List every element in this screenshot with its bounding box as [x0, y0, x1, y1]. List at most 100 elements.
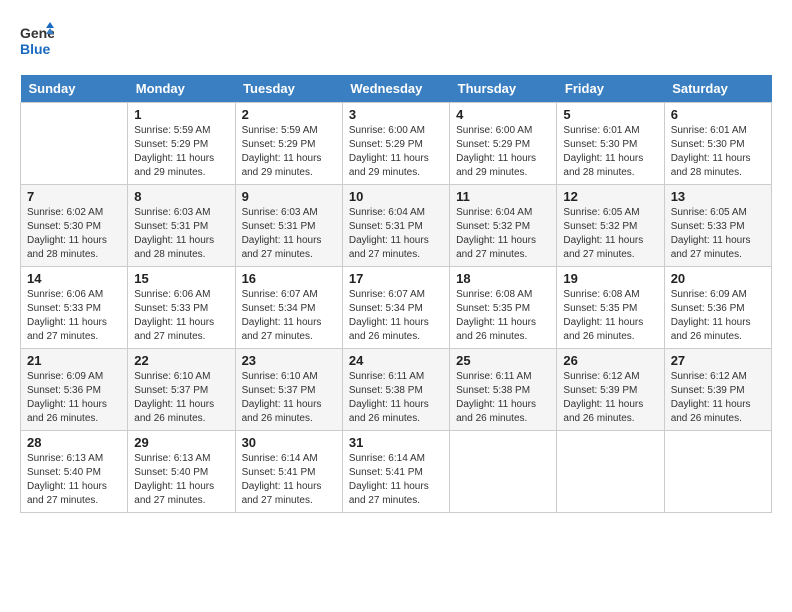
- day-info: Sunrise: 6:05 AMSunset: 5:33 PMDaylight:…: [671, 206, 765, 262]
- calendar-cell: 18 Sunrise: 6:08 AMSunset: 5:35 PMDayligh…: [450, 267, 557, 349]
- day-number: 16: [242, 271, 336, 286]
- day-info: Sunrise: 6:02 AMSunset: 5:30 PMDaylight:…: [27, 206, 121, 262]
- day-number: 23: [242, 353, 336, 368]
- calendar-cell: 20Sunrise: 6:09 AMSunset: 5:36 PMDayligh…: [664, 267, 771, 349]
- calendar-cell: 24Sunrise: 6:11 AMSunset: 5:38 PMDayligh…: [342, 349, 449, 431]
- day-info: Sunrise: 6:14 AMSunset: 5:41 PMDaylight:…: [242, 452, 336, 508]
- day-number: 2: [242, 107, 336, 122]
- day-info: Sunrise: 6:04 AMSunset: 5:32 PMDaylight:…: [456, 206, 550, 262]
- day-header-sunday: Sunday: [21, 75, 128, 103]
- day-number: 3: [349, 107, 443, 122]
- day-header-thursday: Thursday: [450, 75, 557, 103]
- day-header-saturday: Saturday: [664, 75, 771, 103]
- day-number: 21: [27, 353, 121, 368]
- day-number: 28: [27, 435, 121, 450]
- calendar-cell: 15 Sunrise: 6:06 AMSunset: 5:33 PMDayligh…: [128, 267, 235, 349]
- day-info: Sunrise: 5:59 AMSunset: 5:29 PMDaylight:…: [242, 124, 336, 180]
- calendar-cell: 14 Sunrise: 6:06 AMSunset: 5:33 PMDayligh…: [21, 267, 128, 349]
- day-info: Sunrise: 6:08 AMSunset: 5:35 PMDaylight:…: [456, 288, 550, 344]
- day-info: Sunrise: 6:04 AMSunset: 5:31 PMDaylight:…: [349, 206, 443, 262]
- calendar-cell: 4Sunrise: 6:00 AMSunset: 5:29 PMDaylight…: [450, 103, 557, 185]
- calendar-cell: 8 Sunrise: 6:03 AMSunset: 5:31 PMDaylight…: [128, 185, 235, 267]
- svg-text:Blue: Blue: [20, 41, 51, 57]
- day-number: 17: [349, 271, 443, 286]
- day-info: Sunrise: 6:10 AMSunset: 5:37 PMDaylight:…: [134, 370, 228, 426]
- day-number: 11: [456, 189, 550, 204]
- day-info: Sunrise: 6:06 AMSunset: 5:33 PMDaylight:…: [134, 288, 228, 344]
- day-info: Sunrise: 6:07 AMSunset: 5:34 PMDaylight:…: [349, 288, 443, 344]
- day-number: 10: [349, 189, 443, 204]
- day-number: 20: [671, 271, 765, 286]
- calendar-week-1: 1 Sunrise: 5:59 AMSunset: 5:29 PMDaylight…: [21, 103, 772, 185]
- day-info: Sunrise: 6:05 AMSunset: 5:32 PMDaylight:…: [563, 206, 657, 262]
- day-number: 15: [134, 271, 228, 286]
- day-number: 22: [134, 353, 228, 368]
- calendar-cell: 17 Sunrise: 6:07 AMSunset: 5:34 PMDayligh…: [342, 267, 449, 349]
- calendar-cell: 13 Sunrise: 6:05 AMSunset: 5:33 PMDayligh…: [664, 185, 771, 267]
- calendar-cell: 7Sunrise: 6:02 AMSunset: 5:30 PMDaylight…: [21, 185, 128, 267]
- day-info: Sunrise: 6:03 AMSunset: 5:31 PMDaylight:…: [134, 206, 228, 262]
- day-header-wednesday: Wednesday: [342, 75, 449, 103]
- day-info: Sunrise: 6:13 AMSunset: 5:40 PMDaylight:…: [134, 452, 228, 508]
- day-number: 18: [456, 271, 550, 286]
- calendar-cell: 29 Sunrise: 6:13 AMSunset: 5:40 PMDayligh…: [128, 431, 235, 513]
- calendar-week-2: 7Sunrise: 6:02 AMSunset: 5:30 PMDaylight…: [21, 185, 772, 267]
- calendar-cell: [450, 431, 557, 513]
- calendar-cell: 6Sunrise: 6:01 AMSunset: 5:30 PMDaylight…: [664, 103, 771, 185]
- day-number: 13: [671, 189, 765, 204]
- day-header-friday: Friday: [557, 75, 664, 103]
- day-info: Sunrise: 6:06 AMSunset: 5:33 PMDaylight:…: [27, 288, 121, 344]
- calendar-cell: 30 Sunrise: 6:14 AMSunset: 5:41 PMDayligh…: [235, 431, 342, 513]
- calendar-cell: 22 Sunrise: 6:10 AMSunset: 5:37 PMDayligh…: [128, 349, 235, 431]
- page-header: General Blue: [20, 20, 772, 65]
- calendar-cell: [664, 431, 771, 513]
- day-number: 1: [134, 107, 228, 122]
- day-number: 29: [134, 435, 228, 450]
- day-number: 8: [134, 189, 228, 204]
- calendar-cell: 31 Sunrise: 6:14 AMSunset: 5:41 PMDayligh…: [342, 431, 449, 513]
- logo: General Blue: [20, 20, 54, 65]
- calendar-cell: 9 Sunrise: 6:03 AMSunset: 5:31 PMDaylight…: [235, 185, 342, 267]
- calendar-cell: 26 Sunrise: 6:12 AMSunset: 5:39 PMDayligh…: [557, 349, 664, 431]
- day-header-monday: Monday: [128, 75, 235, 103]
- day-number: 12: [563, 189, 657, 204]
- calendar-cell: 28 Sunrise: 6:13 AMSunset: 5:40 PMDayligh…: [21, 431, 128, 513]
- calendar-header-row: SundayMondayTuesdayWednesdayThursdayFrid…: [21, 75, 772, 103]
- day-number: 26: [563, 353, 657, 368]
- calendar-cell: 5 Sunrise: 6:01 AMSunset: 5:30 PMDaylight…: [557, 103, 664, 185]
- day-info: Sunrise: 6:07 AMSunset: 5:34 PMDaylight:…: [242, 288, 336, 344]
- day-info: Sunrise: 6:13 AMSunset: 5:40 PMDaylight:…: [27, 452, 121, 508]
- calendar-cell: 3 Sunrise: 6:00 AMSunset: 5:29 PMDaylight…: [342, 103, 449, 185]
- day-info: Sunrise: 6:03 AMSunset: 5:31 PMDaylight:…: [242, 206, 336, 262]
- day-number: 24: [349, 353, 443, 368]
- calendar-cell: 16 Sunrise: 6:07 AMSunset: 5:34 PMDayligh…: [235, 267, 342, 349]
- day-info: Sunrise: 6:12 AMSunset: 5:39 PMDaylight:…: [563, 370, 657, 426]
- day-number: 4: [456, 107, 550, 122]
- calendar-cell: 27Sunrise: 6:12 AMSunset: 5:39 PMDayligh…: [664, 349, 771, 431]
- calendar-week-3: 14 Sunrise: 6:06 AMSunset: 5:33 PMDayligh…: [21, 267, 772, 349]
- calendar-cell: 12 Sunrise: 6:05 AMSunset: 5:32 PMDayligh…: [557, 185, 664, 267]
- day-number: 27: [671, 353, 765, 368]
- calendar-cell: [21, 103, 128, 185]
- calendar-cell: 1Sunrise: 5:59 AMSunset: 5:29 PMDaylight…: [128, 103, 235, 185]
- calendar-cell: 23 Sunrise: 6:10 AMSunset: 5:37 PMDayligh…: [235, 349, 342, 431]
- day-info: Sunrise: 6:01 AMSunset: 5:30 PMDaylight:…: [563, 124, 657, 180]
- calendar-cell: [557, 431, 664, 513]
- day-info: Sunrise: 6:10 AMSunset: 5:37 PMDaylight:…: [242, 370, 336, 426]
- day-number: 14: [27, 271, 121, 286]
- day-info: Sunrise: 6:09 AMSunset: 5:36 PMDaylight:…: [27, 370, 121, 426]
- day-number: 25: [456, 353, 550, 368]
- day-number: 30: [242, 435, 336, 450]
- calendar-cell: 11 Sunrise: 6:04 AMSunset: 5:32 PMDayligh…: [450, 185, 557, 267]
- calendar-week-4: 21 Sunrise: 6:09 AMSunset: 5:36 PMDayligh…: [21, 349, 772, 431]
- day-number: 31: [349, 435, 443, 450]
- calendar-cell: 19Sunrise: 6:08 AMSunset: 5:35 PMDayligh…: [557, 267, 664, 349]
- day-number: 6: [671, 107, 765, 122]
- day-info: Sunrise: 6:00 AMSunset: 5:29 PMDaylight:…: [349, 124, 443, 180]
- day-number: 9: [242, 189, 336, 204]
- day-info: Sunrise: 6:14 AMSunset: 5:41 PMDaylight:…: [349, 452, 443, 508]
- day-header-tuesday: Tuesday: [235, 75, 342, 103]
- day-number: 5: [563, 107, 657, 122]
- calendar-cell: 21 Sunrise: 6:09 AMSunset: 5:36 PMDayligh…: [21, 349, 128, 431]
- calendar-table: SundayMondayTuesdayWednesdayThursdayFrid…: [20, 75, 772, 513]
